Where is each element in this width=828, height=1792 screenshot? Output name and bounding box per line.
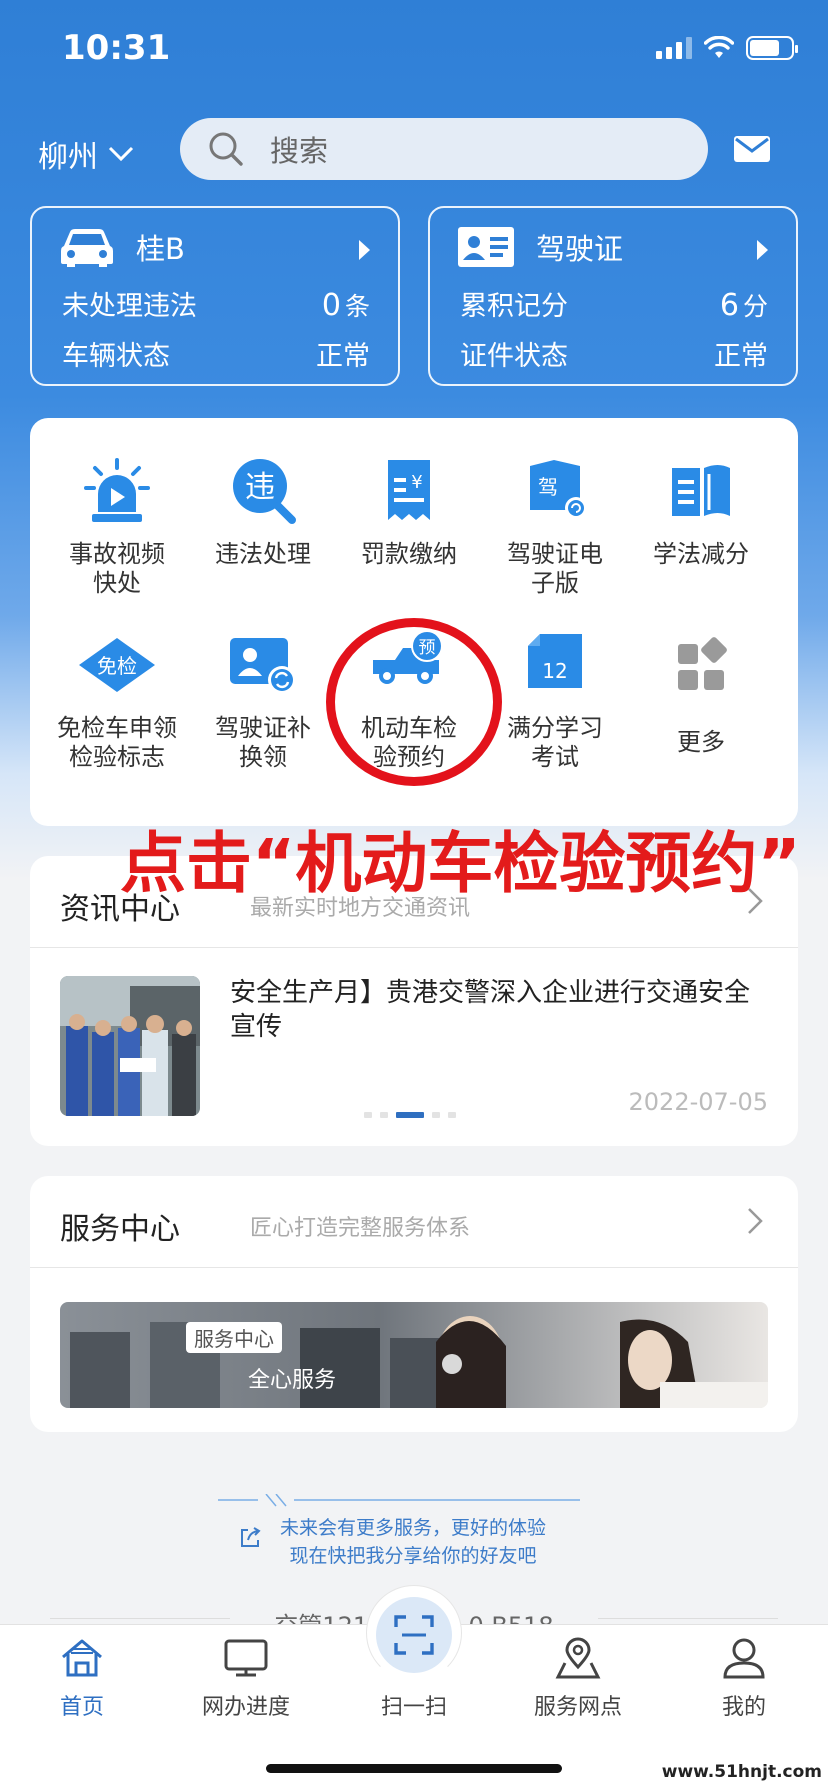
service-exempt-sticker[interactable]: 免检 免检车申领 检验标志 — [44, 630, 190, 772]
service-e-license[interactable]: 驾 驾驶证电 子版 — [482, 456, 628, 598]
tab-label: 我的 — [721, 1695, 766, 1720]
vehicle-status-value: 正常 — [316, 341, 370, 372]
violation-label: 未处理违法 — [62, 291, 197, 322]
user-icon — [723, 1638, 765, 1679]
points-value: 6 — [719, 288, 739, 323]
tab-outlets[interactable]: 服务网点 — [508, 1637, 648, 1721]
siren-video-icon — [84, 458, 150, 522]
status-icons — [656, 36, 798, 60]
tab-mine[interactable]: 我的 — [674, 1637, 814, 1721]
service-accident-video[interactable]: 事故视频 快处 — [44, 456, 190, 598]
annotation-caption: 点击“机动车检验预约” — [120, 825, 801, 902]
news-thumbnail[interactable] — [60, 976, 200, 1116]
license-glyph: 驾 — [538, 475, 558, 499]
tab-label: 首页 — [59, 1695, 104, 1720]
mail-icon[interactable] — [734, 136, 770, 162]
service-fine[interactable]: ¥ 罚款缴纳 — [336, 456, 482, 569]
annotation-circle — [326, 618, 502, 786]
caret-right-icon — [757, 240, 768, 260]
service-center-card[interactable]: 服务中心 匠心打造完整服务体系 服务中心 全心服务 — [30, 1176, 798, 1432]
service-label: 驾驶证电 子版 — [507, 540, 603, 597]
vehicle-card[interactable]: 桂B 未处理违法 0条 车辆状态 正常 — [30, 206, 400, 386]
service-label: 满分学习 考试 — [507, 714, 603, 771]
chevron-right-icon — [748, 1208, 763, 1234]
e-license-icon: 驾 — [530, 460, 587, 519]
service-label: 学法减分 — [653, 540, 749, 568]
tab-label: 服务网点 — [533, 1695, 622, 1720]
service-center-banner[interactable]: 服务中心 全心服务 — [60, 1302, 768, 1408]
banner-slogan: 全心服务 — [248, 1368, 337, 1393]
car-icon — [61, 229, 113, 267]
exempt-badge-icon: 免检 — [79, 638, 155, 692]
license-replace-icon — [230, 638, 296, 694]
share-icon[interactable] — [238, 1526, 262, 1550]
tab-progress[interactable]: 网办进度 — [176, 1637, 316, 1721]
service-license-replace[interactable]: 驾驶证补 换领 — [190, 630, 336, 772]
service-full-score-exam[interactable]: 12 满分学习 考试 — [482, 630, 628, 772]
tab-label: 扫一扫 — [380, 1695, 447, 1720]
scan-icon — [394, 1615, 434, 1655]
news-date: 2022-07-05 — [628, 1088, 768, 1116]
banner-tag: 服务中心 — [186, 1322, 282, 1353]
battery-icon — [746, 36, 798, 60]
service-more[interactable]: 更多 — [628, 630, 774, 757]
fine-receipt-icon: ¥ — [388, 460, 430, 520]
study-book-icon — [672, 465, 730, 516]
violation-unit: 条 — [344, 292, 370, 321]
location-map-icon — [555, 1637, 601, 1679]
service-center-subtitle: 匠心打造完整服务体系 — [250, 1216, 471, 1241]
violation-search-icon: 违 — [233, 459, 296, 524]
calendar-glyph: 12 — [542, 659, 567, 683]
license-status-label: 证件状态 — [460, 341, 568, 372]
city-label: 柳州 — [38, 140, 98, 175]
caret-right-icon — [359, 240, 370, 260]
tab-label: 网办进度 — [201, 1695, 290, 1720]
license-status-value: 正常 — [714, 341, 768, 372]
service-study[interactable]: 学法减分 — [628, 456, 774, 569]
calendar-12-icon: 12 — [528, 634, 582, 688]
service-label: 更多 — [677, 728, 725, 756]
license-card[interactable]: 驾驶证 累积记分 6分 证件状态 正常 — [428, 206, 798, 386]
points-label: 累积记分 — [460, 291, 568, 322]
home-indicator — [266, 1764, 562, 1773]
scan-button[interactable] — [376, 1597, 452, 1673]
monitor-icon — [224, 1639, 268, 1677]
watermark: www.51hnjt.com — [661, 1762, 822, 1782]
service-label: 事故视频 快处 — [69, 540, 165, 597]
id-card-icon — [458, 227, 514, 267]
violation-count: 0 — [321, 288, 341, 323]
search-bar[interactable]: 搜索 — [180, 118, 708, 180]
carousel-dots[interactable] — [364, 1112, 456, 1118]
wifi-icon — [704, 36, 734, 58]
search-placeholder: 搜索 — [270, 134, 329, 168]
service-label: 罚款缴纳 — [361, 540, 457, 568]
service-label: 免检车申领 检验标志 — [57, 714, 177, 771]
status-time: 10:31 — [62, 28, 171, 68]
service-violation[interactable]: 违 违法处理 — [190, 456, 336, 569]
more-grid-icon — [678, 637, 727, 690]
city-selector[interactable]: 柳州 — [38, 132, 134, 176]
footer-line1: 未来会有更多服务，更好的体验 — [280, 1517, 547, 1539]
license-title: 驾驶证 — [536, 232, 624, 266]
home-icon — [62, 1639, 102, 1677]
tab-scan[interactable]: 扫一扫 — [344, 1683, 484, 1721]
chevron-down-icon — [108, 146, 134, 162]
service-label: 违法处理 — [215, 540, 311, 568]
tab-home[interactable]: 首页 — [12, 1637, 152, 1721]
service-center-title: 服务中心 — [60, 1212, 180, 1247]
news-headline[interactable]: 安全生产月】贵港交警深入企业进行交通安全宣传 — [230, 976, 770, 1044]
plate-number: 桂B — [136, 232, 185, 266]
service-center-header[interactable]: 服务中心 匠心打造完整服务体系 — [30, 1176, 798, 1268]
yen-glyph: ¥ — [411, 472, 422, 493]
status-bar: 10:31 — [0, 0, 828, 100]
vehicle-status-label: 车辆状态 — [62, 341, 170, 372]
footer-share-text[interactable]: 未来会有更多服务，更好的体验 现在快把我分享给你的好友吧 — [280, 1514, 546, 1570]
points-unit: 分 — [742, 292, 768, 321]
service-label: 驾驶证补 换领 — [215, 714, 311, 771]
violation-glyph: 违 — [245, 470, 275, 505]
signal-icon — [656, 37, 692, 59]
exempt-glyph: 免检 — [97, 654, 137, 678]
footer-line2: 现在快把我分享给你的好友吧 — [289, 1545, 537, 1567]
search-icon — [209, 132, 243, 166]
